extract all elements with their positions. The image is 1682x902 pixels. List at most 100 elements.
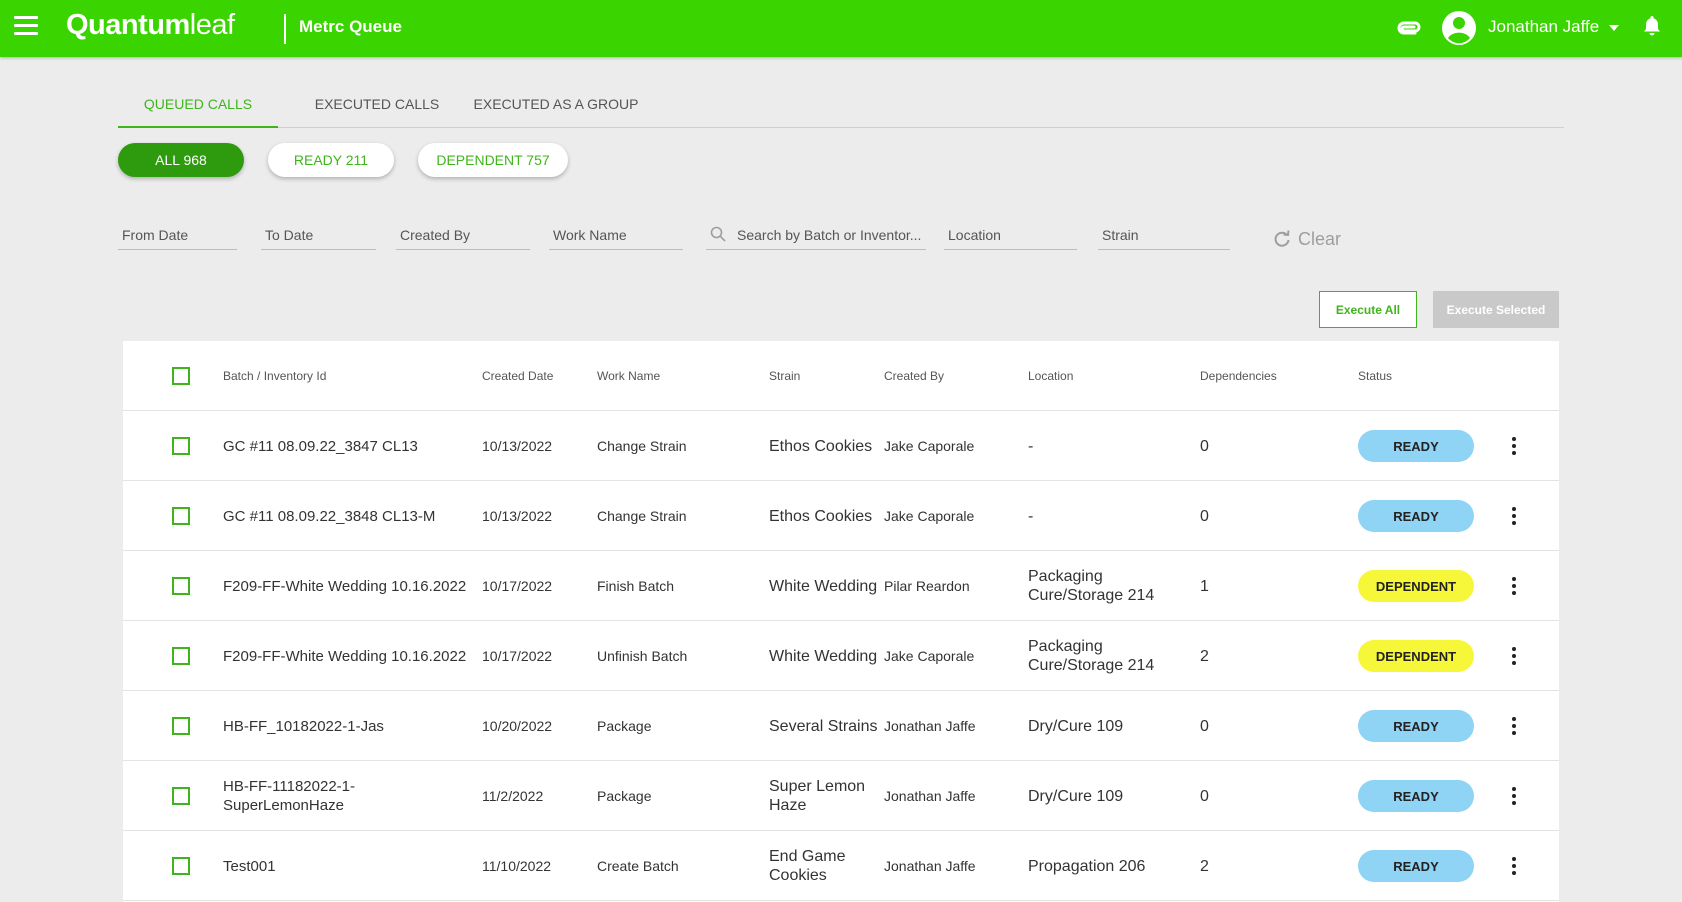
created-by: Jonathan Jaffe [884,857,976,874]
search-input[interactable]: Search by Batch or Inventor... [706,224,926,250]
header-divider [284,14,286,44]
execute-selected-button[interactable]: Execute Selected [1433,291,1559,328]
bell-icon[interactable] [1642,15,1662,37]
more-vert-icon[interactable] [1506,435,1522,457]
from-date-field[interactable]: From Date [118,224,237,250]
more-vert-icon[interactable] [1506,575,1522,597]
filter-pill-all[interactable]: ALL 968 [118,143,244,177]
filter-pill-dependent[interactable]: DEPENDENT 757 [418,143,568,177]
batch-id: HB-FF-11182022-1-SuperLemonHaze [223,778,355,814]
created-by: Jonathan Jaffe [884,787,976,804]
created-by-field[interactable]: Created By [396,224,530,250]
refresh-icon [1274,230,1290,247]
select-all-checkbox[interactable] [172,367,190,385]
created-by: Pilar Reardon [884,577,970,594]
row-checkbox[interactable] [172,717,190,735]
filter-pill-ready[interactable]: READY 211 [268,143,394,177]
strain: End Game Cookies [769,848,846,884]
table-row[interactable]: HB-FF_10182022-1-Jas 10/20/2022 Package … [123,691,1559,761]
work-name: Package [597,717,652,734]
location-field[interactable]: Location [944,224,1077,250]
table-row[interactable]: GC #11 08.09.22_3847 CL13 10/13/2022 Cha… [123,411,1559,481]
dependencies-count: 0 [1200,437,1209,455]
batch-id: GC #11 08.09.22_3847 CL13 [223,437,418,455]
row-checkbox[interactable] [172,577,190,595]
created-date: 10/20/2022 [482,717,553,734]
location: - [1028,507,1034,525]
strain: Ethos Cookies [769,507,873,525]
batch-id: HB-FF_10182022-1-Jas [223,717,384,735]
work-name: Create Batch [597,857,679,874]
status-badge: READY [1358,780,1474,812]
queue-table: Batch / Inventory Id Created Date Work N… [123,341,1559,902]
quantumleaf-logo[interactable]: Quantumleaf [66,9,235,42]
tab-queued-calls[interactable]: QUEUED CALLS [118,86,278,128]
row-checkbox[interactable] [172,787,190,805]
created-by: Jake Caporale [884,647,975,664]
location: Packaging Cure/Storage 214 [1028,568,1155,604]
created-date: 10/13/2022 [482,437,553,454]
table-row[interactable]: Test001 11/10/2022 Create Batch End Game… [123,831,1559,901]
tab-executed-calls[interactable]: EXECUTED CALLS [292,86,462,127]
work-name-field[interactable]: Work Name [549,224,683,250]
batch-id: F209-FF-White Wedding 10.16.2022 [223,577,467,595]
account-circle-icon[interactable] [1441,10,1477,46]
batch-id: GC #11 08.09.22_3848 CL13-M [223,507,436,525]
column-header-strain[interactable]: Strain [769,341,884,411]
more-vert-icon[interactable] [1506,715,1522,737]
more-vert-icon[interactable] [1506,855,1522,877]
execute-all-button[interactable]: Execute All [1319,291,1417,328]
row-checkbox[interactable] [172,647,190,665]
table-row[interactable]: GC #11 08.09.22_3848 CL13-M 10/13/2022 C… [123,481,1559,551]
strain: White Wedding [769,647,878,665]
clear-label: Clear [1298,228,1342,249]
column-header-created-by[interactable]: Created By [884,341,1024,411]
logo-text-bold: Quantum [66,9,190,41]
hamburger-menu-icon[interactable] [14,16,38,36]
top-app-bar: Quantumleaf Metrc Queue Jonathan Jaffe [0,0,1682,57]
column-header-location[interactable]: Location [1028,341,1198,411]
user-name[interactable]: Jonathan Jaffe [1488,17,1599,37]
status-badge: DEPENDENT [1358,570,1474,602]
caret-down-icon[interactable] [1609,25,1619,31]
tab-executed-as-group[interactable]: EXECUTED AS A GROUP [456,86,656,127]
created-by: Jake Caporale [884,507,975,524]
batch-id: F209-FF-White Wedding 10.16.2022 [223,647,467,665]
to-date-field[interactable]: To Date [261,224,376,250]
column-header-batch[interactable]: Batch / Inventory Id [223,341,481,411]
dependencies-count: 2 [1200,857,1209,875]
work-name: Change Strain [597,507,687,524]
more-vert-icon[interactable] [1506,505,1522,527]
page-title: Metrc Queue [299,17,402,36]
row-checkbox[interactable] [172,437,190,455]
status-badge: READY [1358,710,1474,742]
strain: Super Lemon Haze [769,778,866,814]
created-date: 11/2/2022 [482,787,544,804]
clear-button[interactable]: Clear [1272,227,1341,251]
work-name: Unfinish Batch [597,647,688,664]
dependencies-count: 0 [1200,507,1209,525]
more-vert-icon[interactable] [1506,645,1522,667]
table-row[interactable]: F209-FF-White Wedding 10.16.2022 10/17/2… [123,621,1559,691]
status-badge: READY [1358,850,1474,882]
table-row[interactable]: F209-FF-White Wedding 10.16.2022 10/17/2… [123,551,1559,621]
column-header-work-name[interactable]: Work Name [597,341,757,411]
work-name: Change Strain [597,437,687,454]
more-vert-icon[interactable] [1506,785,1522,807]
created-date: 10/17/2022 [482,577,553,594]
work-name: Package [597,787,652,804]
location: Packaging Cure/Storage 214 [1028,638,1155,674]
column-header-created-date[interactable]: Created Date [482,341,592,411]
dependencies-count: 0 [1200,717,1209,735]
strain-field[interactable]: Strain [1098,224,1230,250]
column-header-dependencies[interactable]: Dependencies [1200,341,1280,411]
work-name: Finish Batch [597,577,675,594]
strain: Several Strains [769,717,878,735]
row-checkbox[interactable] [172,507,190,525]
row-checkbox[interactable] [172,857,190,875]
status-badge: READY [1358,430,1474,462]
column-header-status[interactable]: Status [1358,341,1478,411]
created-date: 10/17/2022 [482,647,553,664]
paperclip-icon[interactable] [1393,17,1421,39]
table-row[interactable]: HB-FF-11182022-1-SuperLemonHaze 11/2/202… [123,761,1559,831]
